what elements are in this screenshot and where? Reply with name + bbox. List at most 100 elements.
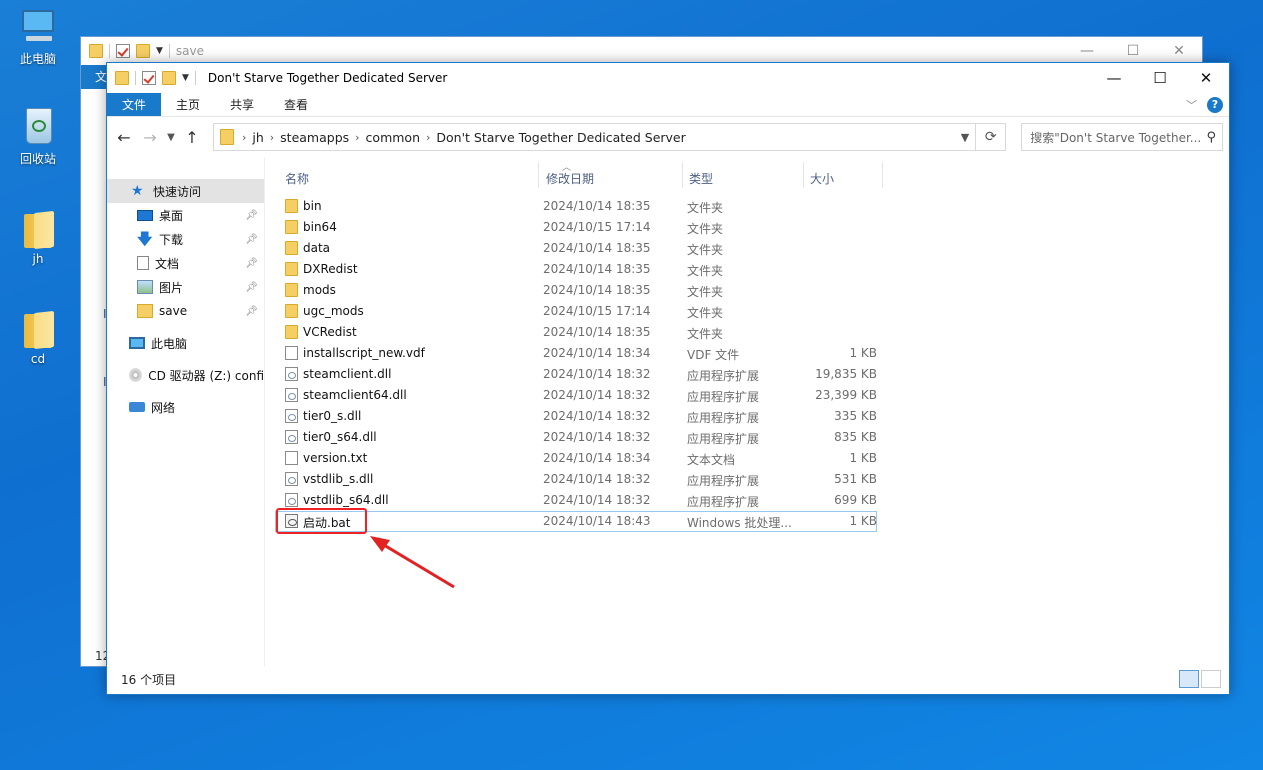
table-row[interactable]: bin 2024/10/14 18:35 文件夹 [275, 196, 877, 217]
background-file-tab[interactable]: 文 [81, 65, 107, 89]
pin-icon[interactable]: 📌︎ [245, 306, 258, 317]
close-button[interactable]: ✕ [1156, 37, 1202, 65]
table-row[interactable]: tier0_s.dll 2024/10/14 18:32 应用程序扩展 335 KB [275, 406, 877, 427]
table-row[interactable]: VCRedist 2024/10/14 18:35 文件夹 [275, 322, 877, 343]
table-row[interactable]: mods 2024/10/14 18:35 文件夹 [275, 280, 877, 301]
address-dropdown-icon[interactable]: ▼ [961, 131, 969, 144]
new-folder-icon [136, 44, 150, 58]
file-name: steamclient64.dll [303, 388, 407, 402]
nav-label: 下载 [159, 232, 184, 247]
folder-icon [20, 208, 56, 250]
dll-file-icon [285, 472, 298, 486]
address-bar[interactable]: › jh › steamapps › common › Don't Starve… [212, 123, 1007, 151]
new-folder-icon[interactable] [162, 71, 176, 85]
pin-icon[interactable]: 📌︎ [245, 234, 258, 245]
table-row[interactable]: steamclient.dll 2024/10/14 18:32 应用程序扩展 19,… [275, 364, 877, 385]
file-type: 应用程序扩展 [687, 369, 760, 383]
nav-item-save[interactable]: save 📌︎ [107, 299, 264, 323]
folder-icon [219, 129, 234, 145]
search-icon: ⚲ [1206, 130, 1216, 145]
close-button[interactable]: ✕ [1183, 63, 1229, 93]
file-name: bin [303, 199, 322, 213]
forward-button[interactable]: → [139, 128, 161, 147]
properties-icon [116, 44, 130, 58]
column-header-name[interactable]: 名称 [285, 170, 309, 187]
chevron-down-icon: ▼ [156, 46, 163, 56]
recent-locations-button[interactable]: ▼ [165, 132, 177, 143]
tab-home[interactable]: 主页 [161, 93, 215, 116]
nav-item-documents[interactable]: 文档 📌︎ [107, 251, 264, 275]
file-type: 文本文档 [687, 453, 736, 467]
table-row[interactable]: bin64 2024/10/15 17:14 文件夹 [275, 217, 877, 238]
help-icon[interactable]: ? [1207, 96, 1223, 113]
table-row[interactable]: steamclient64.dll 2024/10/14 18:32 应用程序扩展 2… [275, 385, 877, 406]
pin-icon[interactable]: 📌︎ [245, 210, 258, 221]
file-date: 2024/10/15 17:14 [543, 304, 651, 318]
nav-label: 桌面 [159, 208, 184, 223]
desktop-this-pc[interactable]: 此电脑 [10, 6, 66, 67]
breadcrumb-jh[interactable]: jh [246, 130, 269, 145]
tab-share[interactable]: 共享 [215, 93, 269, 116]
table-row[interactable]: installscript_new.vdf 2024/10/14 18:34 VDF… [275, 343, 877, 364]
tab-view[interactable]: 查看 [269, 93, 323, 116]
properties-icon[interactable] [142, 71, 156, 85]
details-view-icon[interactable] [1179, 670, 1199, 688]
nav-item-pictures[interactable]: 图片 📌︎ [107, 275, 264, 299]
window-title: Don't Starve Together Dedicated Server [207, 71, 448, 85]
up-button[interactable]: ↑ [181, 128, 203, 147]
breadcrumb-steamapps[interactable]: steamapps [274, 130, 355, 145]
table-row[interactable]: version.txt 2024/10/14 18:34 文本文档 1 KB [275, 448, 877, 469]
explorer-window[interactable]: ▼ Don't Starve Together Dedicated Server… [106, 62, 1230, 695]
table-row[interactable]: data 2024/10/14 18:35 文件夹 [275, 238, 877, 259]
folder-icon [285, 241, 298, 255]
nav-item-downloads[interactable]: 🡇 下载 📌︎ [107, 227, 264, 251]
nav-item-desktop[interactable]: 桌面 📌︎ [107, 203, 264, 227]
file-date: 2024/10/14 18:32 [543, 493, 651, 507]
table-row[interactable]: ugc_mods 2024/10/15 17:14 文件夹 [275, 301, 877, 322]
nav-cd-drive[interactable]: CD 驱动器 (Z:) confi [107, 363, 264, 387]
pin-icon[interactable]: 📌︎ [245, 258, 258, 269]
expand-ribbon-icon[interactable]: ﹀ [1186, 97, 1197, 113]
breadcrumb-current-folder[interactable]: Don't Starve Together Dedicated Server [430, 130, 691, 145]
column-header-type[interactable]: 类型 [689, 170, 713, 187]
desktop-folder-cd[interactable]: cd [10, 308, 66, 366]
nav-this-pc[interactable]: 此电脑 [107, 331, 264, 355]
tab-file[interactable]: 文件 [107, 93, 162, 116]
column-header-date[interactable]: 修改日期 [546, 170, 594, 187]
file-name: DXRedist [303, 262, 358, 276]
file-type: 文件夹 [687, 264, 724, 278]
computer-icon [20, 6, 56, 46]
document-icon [137, 256, 149, 270]
minimize-button[interactable]: — [1064, 37, 1110, 65]
ribbon-tabs: 文件 主页 共享 查看 ﹀ ? [107, 93, 1229, 117]
file-icon [285, 346, 298, 360]
large-icons-view-icon[interactable] [1201, 670, 1221, 688]
folder-icon [285, 220, 298, 234]
navigation-pane[interactable]: ★ 快速访问 桌面 📌︎ 🡇 下载 📌︎ 文档 📌︎ 图片 📌︎ save 📌︎… [107, 158, 265, 666]
maximize-button[interactable]: ☐ [1137, 63, 1183, 93]
nav-label: 文档 [155, 256, 180, 271]
breadcrumb-common[interactable]: common [360, 130, 426, 145]
maximize-button[interactable]: ☐ [1110, 37, 1156, 65]
nav-network[interactable]: 网络 [107, 395, 264, 419]
file-type: 文件夹 [687, 243, 724, 257]
file-name: steamclient.dll [303, 367, 392, 381]
titlebar: ▼ Don't Starve Together Dedicated Server… [107, 63, 1229, 93]
desktop-recycle-bin[interactable]: 回收站 [10, 106, 66, 167]
column-header-size[interactable]: 大小 [810, 170, 834, 187]
chevron-down-icon[interactable]: ▼ [182, 73, 189, 83]
file-date: 2024/10/14 18:43 [543, 514, 651, 528]
table-row[interactable]: tier0_s64.dll 2024/10/14 18:32 应用程序扩展 835 K… [275, 427, 877, 448]
desktop-folder-jh[interactable]: jh [10, 208, 66, 266]
minimize-button[interactable]: — [1091, 63, 1137, 93]
table-row[interactable]: DXRedist 2024/10/14 18:35 文件夹 [275, 259, 877, 280]
pin-icon[interactable]: 📌︎ [245, 282, 258, 293]
folder-icon [285, 325, 298, 339]
file-name: bin64 [303, 220, 337, 234]
nav-quick-access[interactable]: ★ 快速访问 [107, 179, 264, 203]
refresh-button[interactable]: ⟳ [975, 124, 1005, 150]
back-button[interactable]: ← [113, 128, 135, 147]
search-input[interactable]: 搜索"Don't Starve Together... ⚲ [1021, 123, 1223, 151]
table-row[interactable]: vstdlib_s.dll 2024/10/14 18:32 应用程序扩展 531 K… [275, 469, 877, 490]
file-type: 文件夹 [687, 285, 724, 299]
